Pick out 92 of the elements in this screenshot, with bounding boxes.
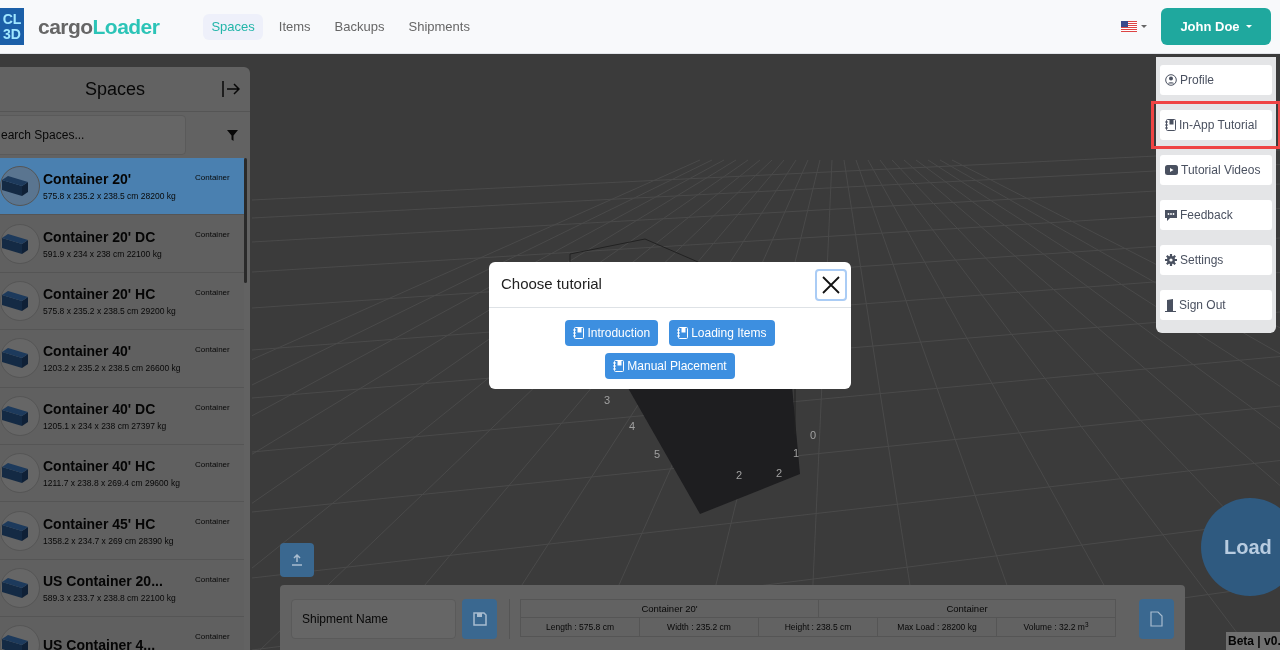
space-dimensions: 1203.2 x 235.2 x 238.5 cm 26600 kg (43, 362, 182, 376)
save-button[interactable] (462, 599, 497, 639)
tutorial-button[interactable]: Loading Items (669, 320, 775, 346)
close-icon (822, 275, 840, 294)
collapse-arrow-icon[interactable] (222, 80, 240, 98)
space-dimensions: 1211.7 x 238.8 x 269.4 cm 29600 kg (43, 477, 181, 490)
space-type: Container (195, 631, 230, 644)
filter-icon[interactable] (227, 129, 238, 141)
load-button[interactable]: Load (1201, 498, 1280, 596)
space-dimensions: 575.8 x 235.2 x 238.5 cm 28200 kg (43, 190, 177, 204)
tutorial-button[interactable]: Introduction (565, 320, 659, 346)
brand-name: cargoLoader (38, 13, 160, 40)
space-dimensions: 1358.2 x 234.7 x 269 cm 28390 kg (43, 534, 175, 548)
axis-label: 3 (604, 393, 611, 408)
summary-type: Container (818, 600, 1115, 617)
space-name: Container 40' DC (43, 399, 157, 419)
space-name: Container 40' HC (43, 457, 157, 477)
axis-label: 4 (629, 419, 636, 434)
space-type: Container (195, 172, 230, 184)
container-icon (0, 395, 40, 436)
us-flag-icon[interactable] (1121, 21, 1137, 32)
dialog-title: Choose tutorial (501, 274, 602, 295)
space-name: Container 20' (43, 170, 133, 190)
space-type: Container (195, 573, 230, 586)
logo: CL 3D (0, 8, 24, 45)
menu-item[interactable]: Tutorial Videos (1160, 155, 1272, 185)
space-name: US Container 20... (43, 572, 164, 592)
notebook-icon (573, 327, 585, 339)
notebook-icon (613, 360, 625, 372)
space-dimensions: 589.3 x 233.7 x 238.8 cm 22100 kg (43, 592, 177, 605)
nav-tab[interactable]: Items (270, 13, 319, 40)
spec-cell-text: Length : 575.8 cm (544, 621, 615, 634)
space-type: Container (195, 401, 230, 414)
space-type: Container (195, 286, 230, 299)
shipment-name-field[interactable]: Shipment Name (291, 599, 456, 639)
space-dimensions: 1205.1 x 234 x 238 cm 27397 kg (43, 419, 168, 433)
user-circle-icon (1165, 74, 1177, 86)
axis-label: 5 (654, 447, 661, 462)
space-type: Container (195, 229, 230, 242)
caret-icon[interactable] (1141, 24, 1147, 29)
notebook-icon (1165, 119, 1176, 131)
version-label: Beta | v0. (1226, 632, 1280, 650)
axis-label: 2 (776, 466, 783, 481)
container-icon (0, 567, 40, 608)
container-icon (0, 510, 40, 551)
space-name: Container 40' (43, 342, 133, 362)
container-icon (0, 280, 40, 321)
spec-cell: Max Load : 28200 kg (877, 618, 996, 636)
settings-icon (1165, 254, 1177, 266)
menu-item[interactable]: Sign Out (1160, 290, 1272, 320)
axis-label: 1 (793, 446, 800, 461)
space-type: Container (195, 516, 230, 529)
caret-icon (1245, 24, 1252, 29)
space-row[interactable]: Container 20' 575.8 x 235.2 x 238.5 cm 28200 kg Container (0, 158, 244, 216)
container-icon (0, 166, 40, 207)
summary-name: Container 20' (640, 602, 699, 616)
container-icon (0, 338, 40, 379)
menu-item[interactable]: Settings (1160, 245, 1272, 275)
nav-tab[interactable]: Spaces (203, 13, 263, 40)
comment-icon (1165, 209, 1177, 221)
menu-item[interactable]: In-App Tutorial (1160, 110, 1272, 140)
space-name: Container 20' HC (43, 285, 157, 305)
video-icon (1165, 165, 1178, 175)
spec-cell: Volume : 32.2 m$^{3}$ (996, 618, 1115, 636)
upload-button[interactable] (280, 543, 314, 577)
space-type: Container (195, 344, 230, 357)
door-icon (1165, 298, 1176, 312)
space-name: Container 45' HC (43, 514, 157, 534)
spec-cell: Width : 235.2 cm (639, 618, 758, 636)
space-dimensions: 575.8 x 235.2 x 238.5 cm 29200 kg (43, 305, 177, 318)
search-field[interactable]: earch Spaces... (0, 115, 186, 155)
space-name: US Container 4... (43, 635, 157, 650)
upload-icon (291, 554, 303, 566)
axis-label: 2 (736, 468, 743, 483)
notebook-icon (677, 327, 689, 339)
space-dimensions: 591.9 x 234 x 238 cm 22100 kg (43, 247, 163, 261)
space-type: Container (195, 458, 230, 471)
spec-cell: Height : 238.5 cm (758, 618, 877, 636)
panel-title: Spaces (84, 77, 145, 101)
axis-label: 0 (810, 428, 817, 443)
container-icon (0, 223, 40, 264)
pdf-file-icon (1150, 611, 1163, 627)
nav-tab[interactable]: Shipments (400, 13, 478, 40)
container-icon (0, 453, 40, 494)
tutorial-button[interactable]: Manual Placement (605, 353, 735, 379)
space-name: Container 20' DC (43, 227, 157, 247)
menu-item[interactable]: Profile (1160, 65, 1272, 95)
pdf-button[interactable] (1139, 599, 1174, 639)
nav-tab[interactable]: Backups (326, 13, 393, 40)
close-button[interactable] (815, 268, 847, 301)
user-menu-button[interactable]: John Doe (1161, 8, 1271, 45)
menu-item[interactable]: Feedback (1160, 200, 1272, 230)
